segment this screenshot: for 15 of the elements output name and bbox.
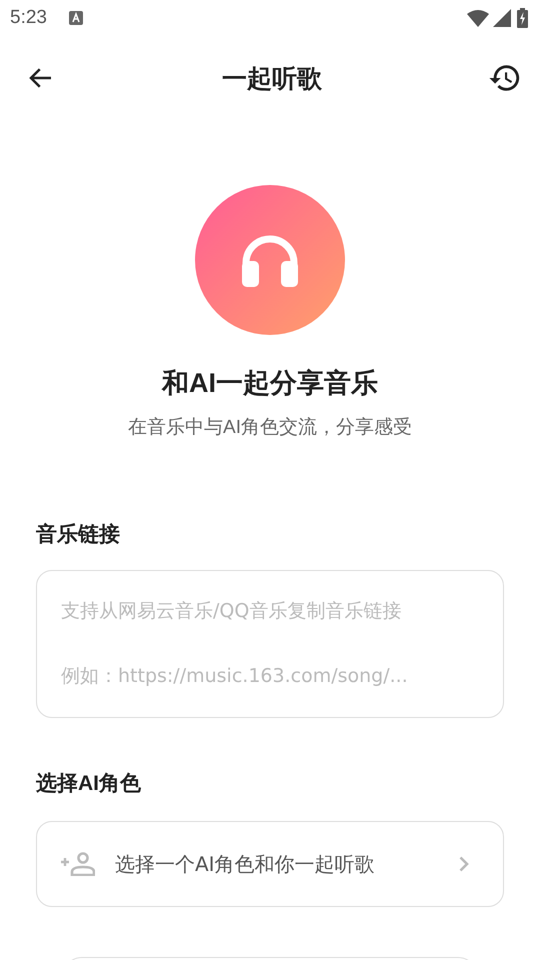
status-time: 5:23 — [10, 7, 47, 29]
hero-title: 和AI一起分享音乐 — [162, 367, 378, 400]
chevron-right-icon — [459, 856, 469, 872]
headphones-icon — [240, 233, 300, 287]
wifi-icon — [467, 10, 489, 26]
add-person-icon — [61, 852, 95, 876]
role-selector[interactable]: 选择一个AI角色和你一起听歌 — [36, 821, 504, 907]
section-label: 选择AI角色 — [36, 771, 142, 797]
signal-icon — [493, 9, 511, 27]
battery-icon — [517, 8, 528, 28]
hero-subtitle: 在音乐中与AI角色交流，分享感受 — [128, 416, 412, 440]
music-link-field[interactable]: 支持从网易云音乐/QQ音乐复制音乐链接 例如：https://music.163.com/song/... — [36, 570, 504, 718]
notification-icon — [68, 11, 83, 25]
section-label: 音乐链接 — [36, 522, 121, 548]
page-title: 一起听歌 — [222, 64, 322, 94]
